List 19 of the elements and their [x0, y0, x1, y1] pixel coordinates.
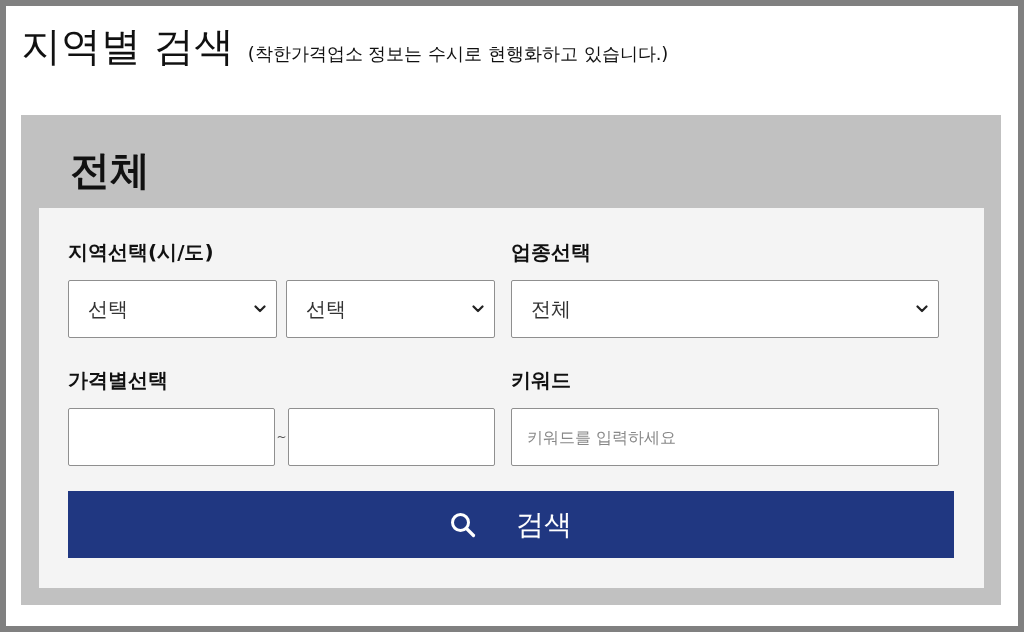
search-icon: [450, 511, 476, 538]
dropdown[interactable]: 전체: [511, 280, 939, 338]
keyword-field[interactable]: 키워드를 입력하세요: [511, 408, 939, 466]
dropdown[interactable]: 선택: [286, 280, 495, 338]
chevron-down-icon: [472, 305, 484, 313]
search-button[interactable]: 검색: [68, 491, 954, 558]
field-label: 업종선택: [511, 239, 592, 266]
update-notice: (착한가격업소 정보는 수시로 현행화하고 있습니다.): [247, 42, 669, 66]
range-separator: ~: [275, 430, 288, 444]
field-label: 지역선택(시/도): [68, 239, 215, 266]
field-label: 키워드: [511, 367, 572, 394]
chevron-down-icon: [916, 305, 928, 313]
max-price-field[interactable]: [288, 408, 495, 466]
panel-heading: 전체: [70, 146, 151, 195]
dropdown[interactable]: 선택: [68, 280, 277, 338]
field-label: 가격별선택: [68, 367, 169, 394]
chevron-down-icon: [254, 305, 266, 313]
page-title: 지역별 검색: [21, 22, 234, 71]
min-price-field[interactable]: [68, 408, 275, 466]
